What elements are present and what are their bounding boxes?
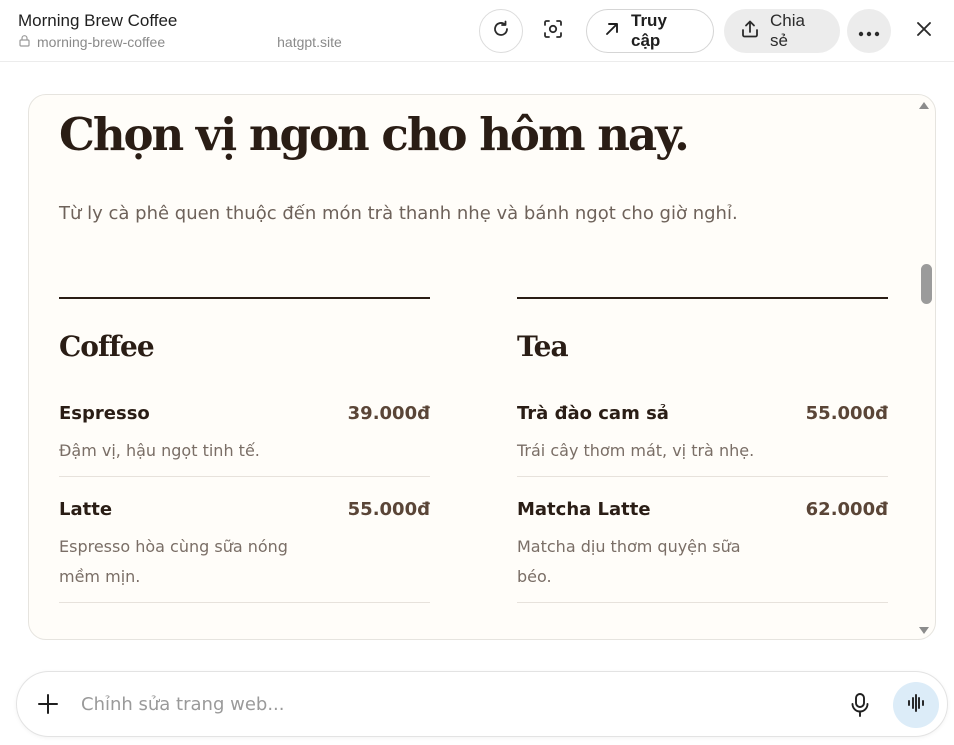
item-name: Espresso	[59, 403, 150, 424]
scroll-down-arrow[interactable]	[919, 627, 929, 634]
item-name: Matcha Latte	[517, 499, 651, 520]
url-end: hatgpt.site	[277, 34, 342, 50]
menu-column-coffee: Coffee Espresso 39.000đ Đậm vị, hậu ngọt…	[59, 297, 430, 603]
url-row: morning-brew-coffee hatgpt.site	[18, 34, 342, 50]
menu-item: Trà đào cam sả 55.000đ Trái cây thơm mát…	[517, 381, 888, 477]
item-description: Espresso hòa cùng sữa nóng mềm mịn.	[59, 537, 288, 586]
voice-mode-button[interactable]	[893, 682, 939, 728]
voice-wave-icon	[906, 693, 926, 717]
item-price: 39.000đ	[347, 403, 430, 424]
column-divider	[59, 297, 430, 299]
reload-button[interactable]	[479, 9, 523, 53]
item-description: Đậm vị, hậu ngọt tinh tế.	[59, 441, 260, 460]
item-price: 55.000đ	[805, 403, 888, 424]
close-icon	[916, 21, 932, 41]
more-icon	[858, 22, 880, 41]
column-title: Coffee	[59, 330, 155, 363]
column-title: Tea	[517, 330, 569, 363]
share-label: Chia sẻ	[770, 11, 805, 50]
hero-subtitle: Từ ly cà phê quen thuộc đến món trà than…	[59, 203, 738, 224]
arrow-up-right-icon	[603, 20, 631, 43]
mic-button[interactable]	[849, 692, 871, 722]
item-price: 62.000đ	[805, 499, 888, 520]
open-button[interactable]: Truy cập	[586, 9, 714, 53]
menu-column-tea: Tea Trà đào cam sả 55.000đ Trái cây thơm…	[517, 297, 888, 603]
open-label: Truy cập	[631, 11, 667, 50]
composer-bar	[16, 671, 948, 737]
item-description: Trái cây thơm mát, vị trà nhẹ.	[517, 441, 755, 460]
item-name: Trà đào cam sả	[517, 403, 669, 424]
menu-item: Espresso 39.000đ Đậm vị, hậu ngọt tinh t…	[59, 381, 430, 477]
app-title: Morning Brew Coffee	[18, 11, 178, 30]
lock-icon	[18, 34, 37, 50]
share-icon	[740, 19, 770, 44]
scroll-up-arrow[interactable]	[919, 102, 929, 109]
title-block: Morning Brew Coffee morning-brew-coffee …	[18, 11, 342, 50]
scrollbar-thumb[interactable]	[921, 264, 932, 304]
url-start: morning-brew-coffee	[37, 34, 166, 50]
item-name: Latte	[59, 499, 113, 520]
screenshot-button[interactable]	[531, 9, 575, 53]
close-button[interactable]	[902, 9, 946, 53]
mic-icon	[849, 693, 871, 722]
top-bar: Morning Brew Coffee morning-brew-coffee …	[0, 0, 954, 62]
menu-item: Matcha Latte 62.000đ Matcha dịu thơm quy…	[517, 477, 888, 603]
item-price: 55.000đ	[347, 499, 430, 520]
hero-title: Chọn vị ngon cho hôm nay.	[59, 108, 690, 161]
web-preview[interactable]: Chọn vị ngon cho hôm nay. Từ ly cà phê q…	[28, 94, 936, 640]
share-button[interactable]: Chia sẻ	[724, 9, 840, 53]
item-description: Matcha dịu thơm quyện sữa béo.	[517, 537, 741, 586]
plus-icon	[37, 694, 59, 719]
add-button[interactable]	[37, 693, 59, 719]
reload-icon	[491, 19, 511, 43]
column-divider	[517, 297, 888, 299]
edit-website-input[interactable]	[81, 684, 821, 724]
screenshot-icon	[542, 18, 564, 44]
more-button[interactable]	[847, 9, 891, 53]
menu-item: Latte 55.000đ Espresso hòa cùng sữa nóng…	[59, 477, 430, 603]
